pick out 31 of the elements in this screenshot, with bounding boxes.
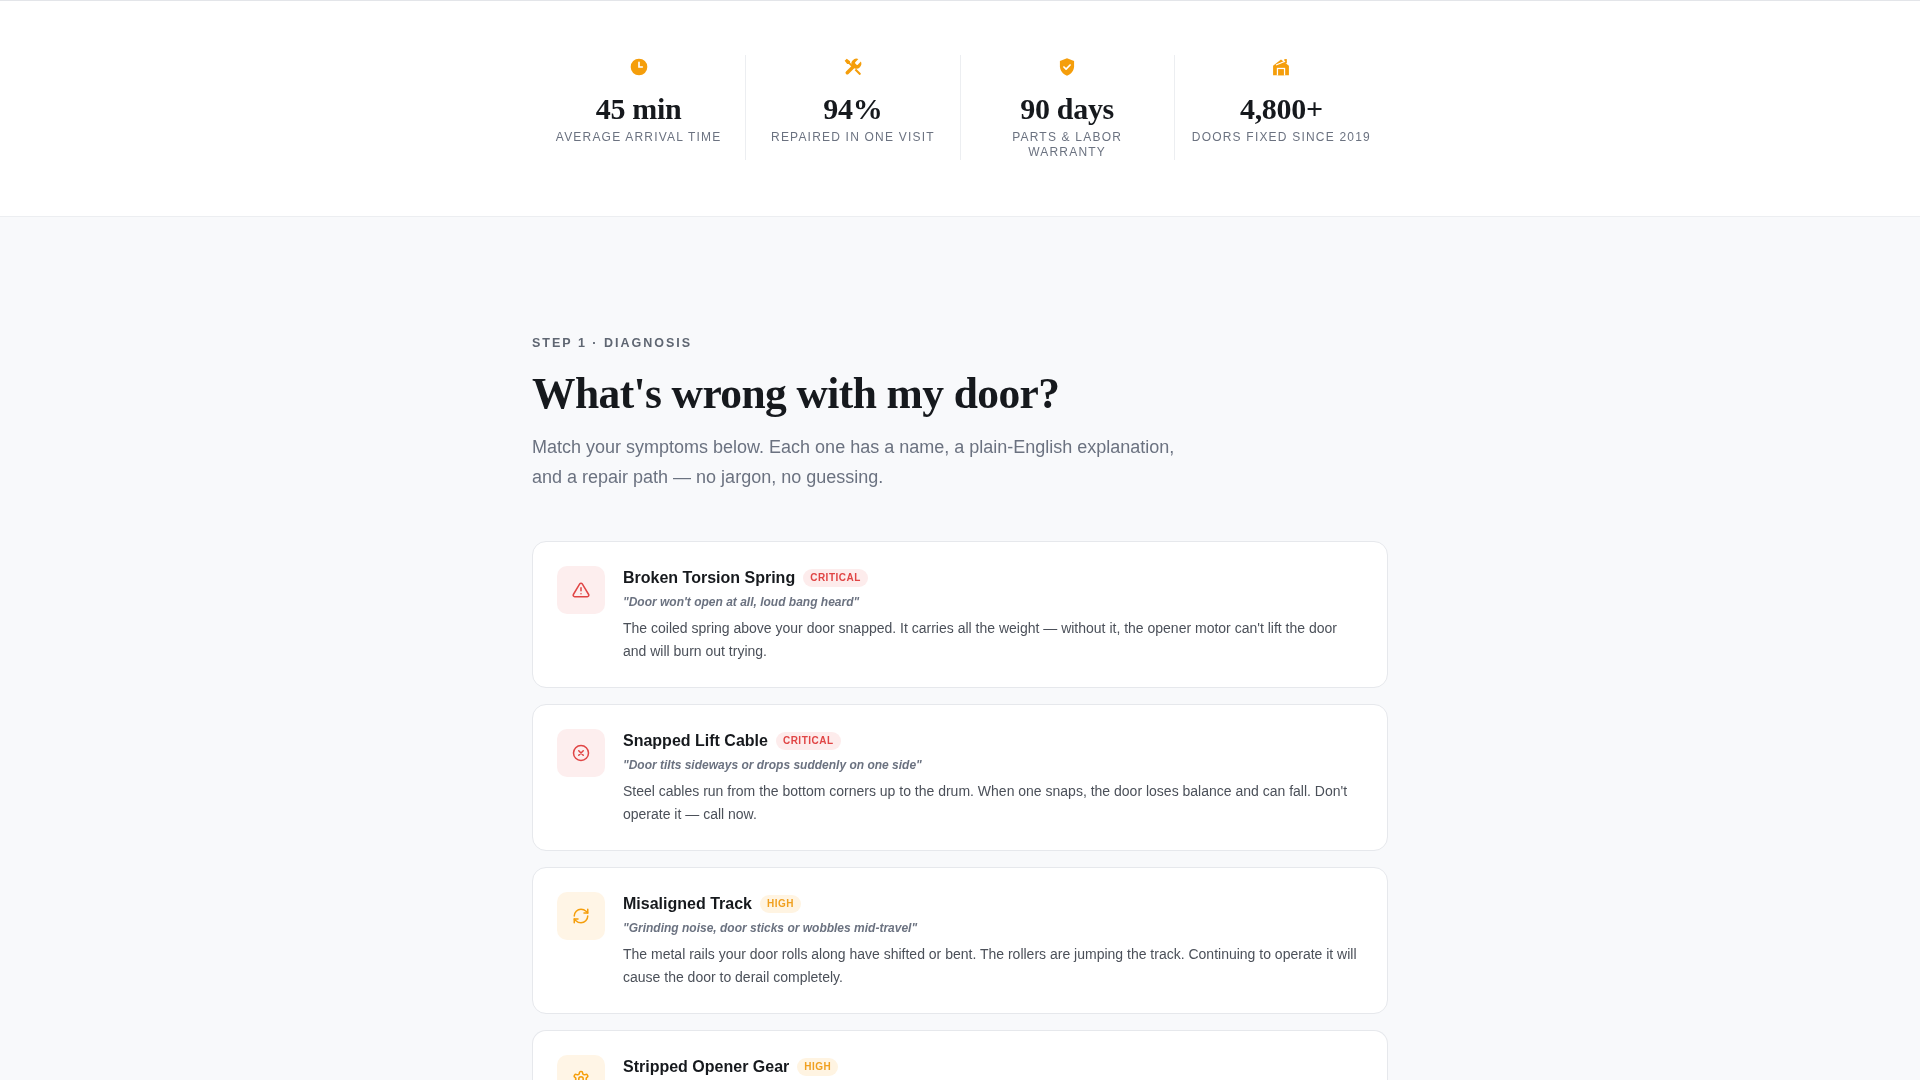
warning-icon bbox=[557, 566, 605, 614]
symptom-quote: "Grinding noise, door sticks or wobbles mid-travel" bbox=[623, 920, 919, 937]
stat-label: AVERAGE ARRIVAL TIME bbox=[554, 130, 723, 145]
severity-badge: CRITICAL bbox=[775, 732, 841, 750]
symptom-title: Broken Torsion Spring bbox=[623, 569, 796, 586]
tools-icon bbox=[842, 57, 863, 77]
symptom-title: Misaligned Track bbox=[623, 895, 752, 912]
stat-value: 45 min bbox=[594, 91, 683, 127]
symptom-quote: "Door won't open at all, loud bang heard" bbox=[623, 594, 861, 611]
severity-badge: CRITICAL bbox=[803, 569, 868, 587]
symptom-description: The metal rails your door rolls along have shifted or bent. The rollers are jumping the track. Continuing to operate it will cause the door to derail completely. bbox=[623, 945, 1358, 987]
severity-badge: HIGH bbox=[797, 1058, 839, 1076]
symptom-description: The coiled spring above your door snapped. It carries all the weight — without it, the opener motor can't lift the door and will burn out trying. bbox=[623, 619, 1338, 661]
symptom-description: Steel cables run from the bottom corners up to the drum. When one snaps, the door loses balance and can fall. Don't operate it — call now. bbox=[623, 782, 1349, 824]
symptom-title: Stripped Opener Gear bbox=[623, 1058, 790, 1075]
symptom-quote: "Door tilts sideways or drops suddenly on one side" bbox=[623, 757, 923, 774]
stat-label: REPAIRED IN ONE VISIT bbox=[770, 130, 936, 145]
stat-value: 94% bbox=[822, 91, 884, 127]
stat-label: PARTS & LABOR WARRANTY bbox=[1011, 130, 1124, 160]
refresh-icon bbox=[557, 892, 605, 940]
step-label: STEP 1 · DIAGNOSIS bbox=[532, 335, 694, 351]
house-icon bbox=[1271, 57, 1292, 77]
symptom-title: Snapped Lift Cable bbox=[623, 732, 768, 749]
severity-badge: HIGH bbox=[759, 895, 801, 913]
stat-value: 90 days bbox=[1019, 91, 1115, 127]
stat-value: 4,800+ bbox=[1238, 91, 1324, 127]
clock-icon bbox=[628, 57, 649, 77]
section-heading: What's wrong with my door? bbox=[532, 368, 1061, 419]
stat-label: DOORS FIXED SINCE 2019 bbox=[1190, 130, 1372, 145]
intro-text: Match your symptoms below. Each one has a name, a plain-English explanation, and a repair path — no jargon, no guessing. bbox=[532, 436, 1176, 489]
gear-icon bbox=[557, 1055, 605, 1080]
